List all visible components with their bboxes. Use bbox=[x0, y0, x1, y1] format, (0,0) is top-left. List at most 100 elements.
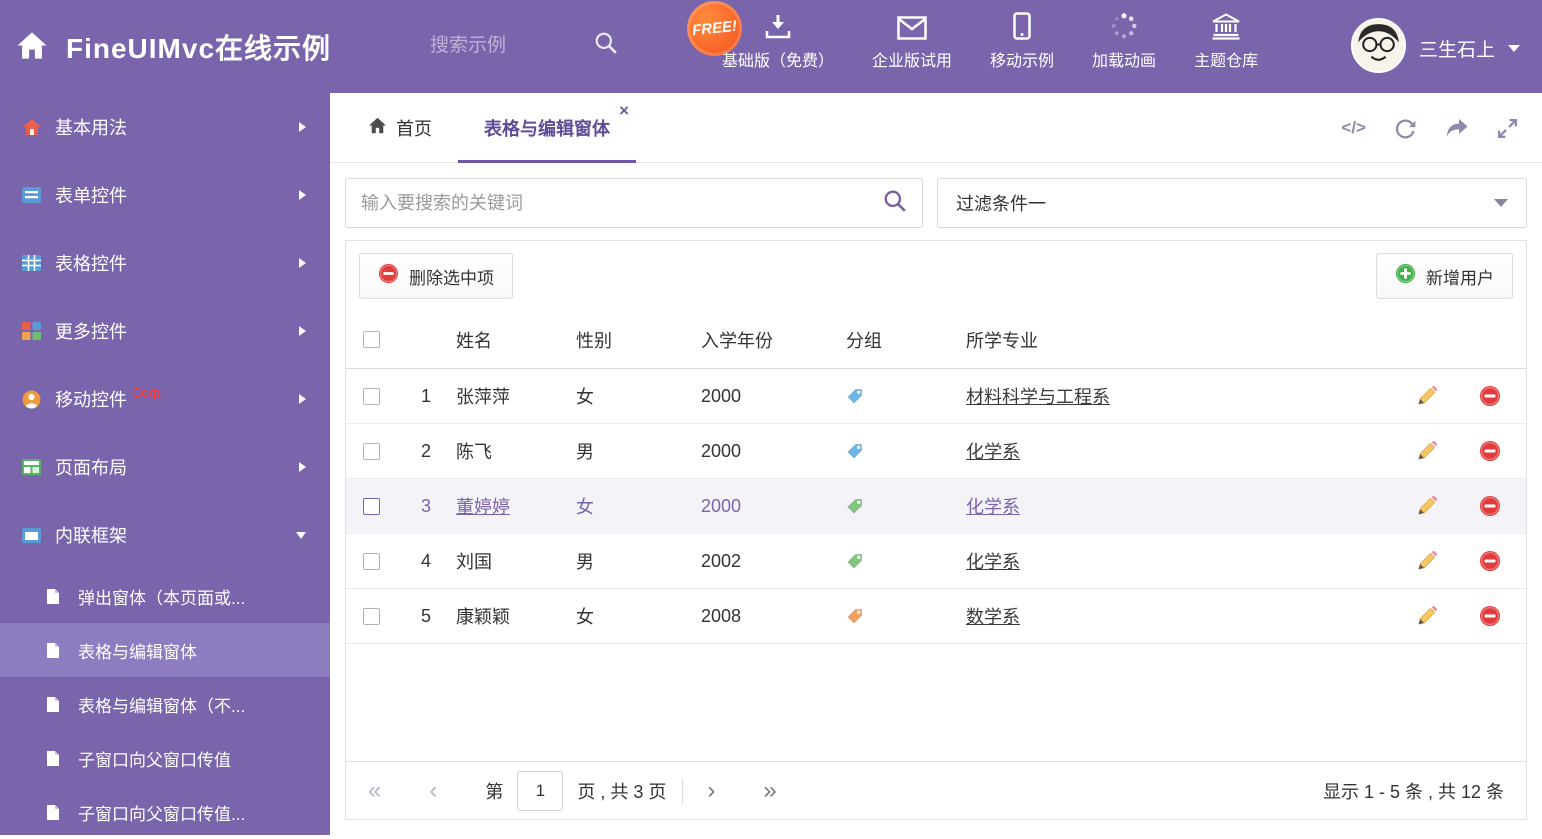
nav-item-mobile-demo[interactable]: 移动示例 bbox=[990, 12, 1054, 71]
major-link[interactable]: 化学系 bbox=[966, 497, 1020, 517]
code-icon[interactable]: </> bbox=[1341, 118, 1366, 138]
header-search-input[interactable] bbox=[430, 34, 580, 57]
widgets-icon bbox=[22, 322, 42, 340]
user-menu[interactable]: 三生石上 bbox=[1350, 17, 1520, 78]
filter-row: 过滤条件一 bbox=[345, 178, 1527, 228]
pagination-bar: « ‹ 第 页 , 共 3 页 › » 显示 1 - 5 条 , 共 12 条 bbox=[346, 761, 1526, 819]
tab-label: 首页 bbox=[396, 118, 432, 139]
table-row[interactable]: 5 康颖颖 女 2008 数学系 bbox=[346, 589, 1526, 644]
delete-icon[interactable] bbox=[1479, 550, 1501, 572]
edit-icon[interactable] bbox=[1416, 440, 1438, 462]
cell-year: 2000 bbox=[701, 385, 742, 406]
row-checkbox[interactable] bbox=[362, 607, 380, 625]
sidebar-item-more-controls[interactable]: 更多控件 bbox=[0, 297, 330, 365]
sidebar-subitem-child-to-parent[interactable]: 子窗口向父窗口传值 bbox=[0, 731, 330, 785]
last-page-button[interactable]: » bbox=[763, 778, 776, 803]
column-header-group[interactable]: 分组 bbox=[846, 327, 966, 353]
column-header-gender[interactable]: 性别 bbox=[576, 327, 701, 353]
delete-selected-button[interactable]: 删除选中项 bbox=[359, 253, 513, 299]
expand-icon[interactable] bbox=[1497, 118, 1518, 139]
nav-item-enterprise-trial[interactable]: 企业版试用 bbox=[872, 12, 952, 71]
share-icon[interactable] bbox=[1445, 118, 1469, 138]
select-all-checkbox[interactable] bbox=[362, 331, 380, 348]
edit-icon[interactable] bbox=[1416, 605, 1438, 627]
filter-dropdown[interactable]: 过滤条件一 bbox=[937, 178, 1527, 228]
remove-icon bbox=[378, 263, 399, 289]
sidebar-item-label: 表单控件 bbox=[55, 186, 127, 206]
sidebar-subitem-grid-edit-window[interactable]: 表格与编辑窗体 bbox=[0, 623, 330, 677]
cell-major: 数学系 bbox=[966, 603, 1399, 629]
chevron-right-icon bbox=[299, 258, 306, 268]
column-header-name[interactable]: 姓名 bbox=[456, 327, 576, 353]
edit-icon[interactable] bbox=[1416, 550, 1438, 572]
major-link[interactable]: 化学系 bbox=[966, 552, 1020, 572]
cell-gender: 女 bbox=[576, 497, 594, 517]
tag-icon bbox=[847, 443, 862, 459]
chevron-right-icon bbox=[299, 462, 306, 472]
sidebar-subitem-label: 子窗口向父窗口传值 bbox=[78, 750, 231, 770]
table-row[interactable]: 3 董婷婷 女 2000 化学系 bbox=[346, 479, 1526, 534]
mobile-icon bbox=[1013, 12, 1031, 40]
sidebar-item-mobile-controls[interactable]: 移动控件 Corp. bbox=[0, 365, 330, 433]
file-icon bbox=[46, 696, 66, 713]
keyword-search-input[interactable] bbox=[361, 192, 883, 214]
column-header-year[interactable]: 入学年份 bbox=[701, 327, 846, 353]
edit-icon[interactable] bbox=[1416, 385, 1438, 407]
close-icon[interactable]: × bbox=[619, 102, 629, 119]
nav-item-theme-repo[interactable]: 主题仓库 bbox=[1194, 12, 1258, 71]
sidebar-subitem-grid-edit-window-2[interactable]: 表格与编辑窗体（不... bbox=[0, 677, 330, 731]
row-checkbox[interactable] bbox=[362, 497, 380, 515]
sidebar-subitem-popup-window[interactable]: 弹出窗体（本页面或... bbox=[0, 569, 330, 623]
search-icon[interactable] bbox=[594, 31, 618, 60]
tab-home[interactable]: 首页 bbox=[342, 93, 458, 162]
cell-name: 康颖颖 bbox=[456, 607, 510, 627]
sidebar-item-page-layout[interactable]: 页面布局 bbox=[0, 433, 330, 501]
table-row[interactable]: 2 陈飞 男 2000 化学系 bbox=[346, 424, 1526, 479]
cell-gender: 男 bbox=[576, 442, 594, 462]
cell-year: 2000 bbox=[701, 440, 742, 461]
tab-grid-edit-window[interactable]: 表格与编辑窗体 × bbox=[458, 93, 636, 163]
table-row[interactable]: 1 张萍萍 女 2000 材料科学与工程系 bbox=[346, 369, 1526, 424]
sidebar-subitem-label: 子窗口向父窗口传值... bbox=[78, 804, 246, 824]
sidebar-item-label: 表格控件 bbox=[55, 254, 127, 274]
refresh-icon[interactable] bbox=[1394, 118, 1417, 139]
major-link[interactable]: 数学系 bbox=[966, 607, 1020, 627]
row-checkbox[interactable] bbox=[362, 387, 380, 405]
major-link[interactable]: 化学系 bbox=[966, 442, 1020, 462]
home-icon[interactable] bbox=[16, 31, 48, 65]
avatar[interactable] bbox=[1350, 17, 1406, 78]
table-row[interactable]: 4 刘国 男 2002 化学系 bbox=[346, 534, 1526, 589]
header-search bbox=[430, 31, 618, 60]
prev-page-button[interactable]: ‹ bbox=[429, 778, 437, 803]
sidebar-item-grid-controls[interactable]: 表格控件 bbox=[0, 229, 330, 297]
first-page-button[interactable]: « bbox=[368, 778, 381, 803]
page-input[interactable] bbox=[517, 770, 564, 811]
grid-panel: 删除选中项 新增用户 姓名 性别 入学年份 分组 所学专业 1 张萍萍 女 20… bbox=[345, 240, 1527, 820]
nav-item-label: 加载动画 bbox=[1092, 53, 1157, 70]
delete-icon[interactable] bbox=[1479, 605, 1501, 627]
search-icon[interactable] bbox=[883, 189, 907, 218]
row-checkbox[interactable] bbox=[362, 442, 380, 460]
corp-badge: Corp. bbox=[132, 384, 164, 400]
major-link[interactable]: 材料科学与工程系 bbox=[966, 387, 1110, 407]
sidebar-item-label: 更多控件 bbox=[55, 322, 127, 342]
frame-icon bbox=[22, 527, 42, 543]
chevron-down-icon bbox=[1508, 44, 1520, 52]
next-page-button[interactable]: › bbox=[707, 778, 715, 803]
add-user-button[interactable]: 新增用户 bbox=[1376, 253, 1513, 299]
cell-name: 刘国 bbox=[456, 552, 492, 572]
delete-icon[interactable] bbox=[1479, 495, 1501, 517]
nav-item-basic-edition[interactable]: 基础版（免费） bbox=[722, 12, 834, 71]
sidebar-subitem-child-to-parent-2[interactable]: 子窗口向父窗口传值... bbox=[0, 785, 330, 839]
edit-icon[interactable] bbox=[1416, 495, 1438, 517]
sidebar-item-basic-usage[interactable]: 基本用法 bbox=[0, 93, 330, 161]
cell-gender: 女 bbox=[576, 387, 594, 407]
delete-icon[interactable] bbox=[1479, 440, 1501, 462]
delete-icon[interactable] bbox=[1479, 385, 1501, 407]
sidebar-item-iframe[interactable]: 内联框架 bbox=[0, 501, 330, 569]
sidebar-item-form-controls[interactable]: 表单控件 bbox=[0, 161, 330, 229]
row-checkbox[interactable] bbox=[362, 552, 380, 570]
column-header-major[interactable]: 所学专业 bbox=[966, 327, 1399, 353]
nav-item-loading-animation[interactable]: 加载动画 bbox=[1092, 12, 1156, 71]
nav-item-label: 主题仓库 bbox=[1194, 53, 1259, 70]
